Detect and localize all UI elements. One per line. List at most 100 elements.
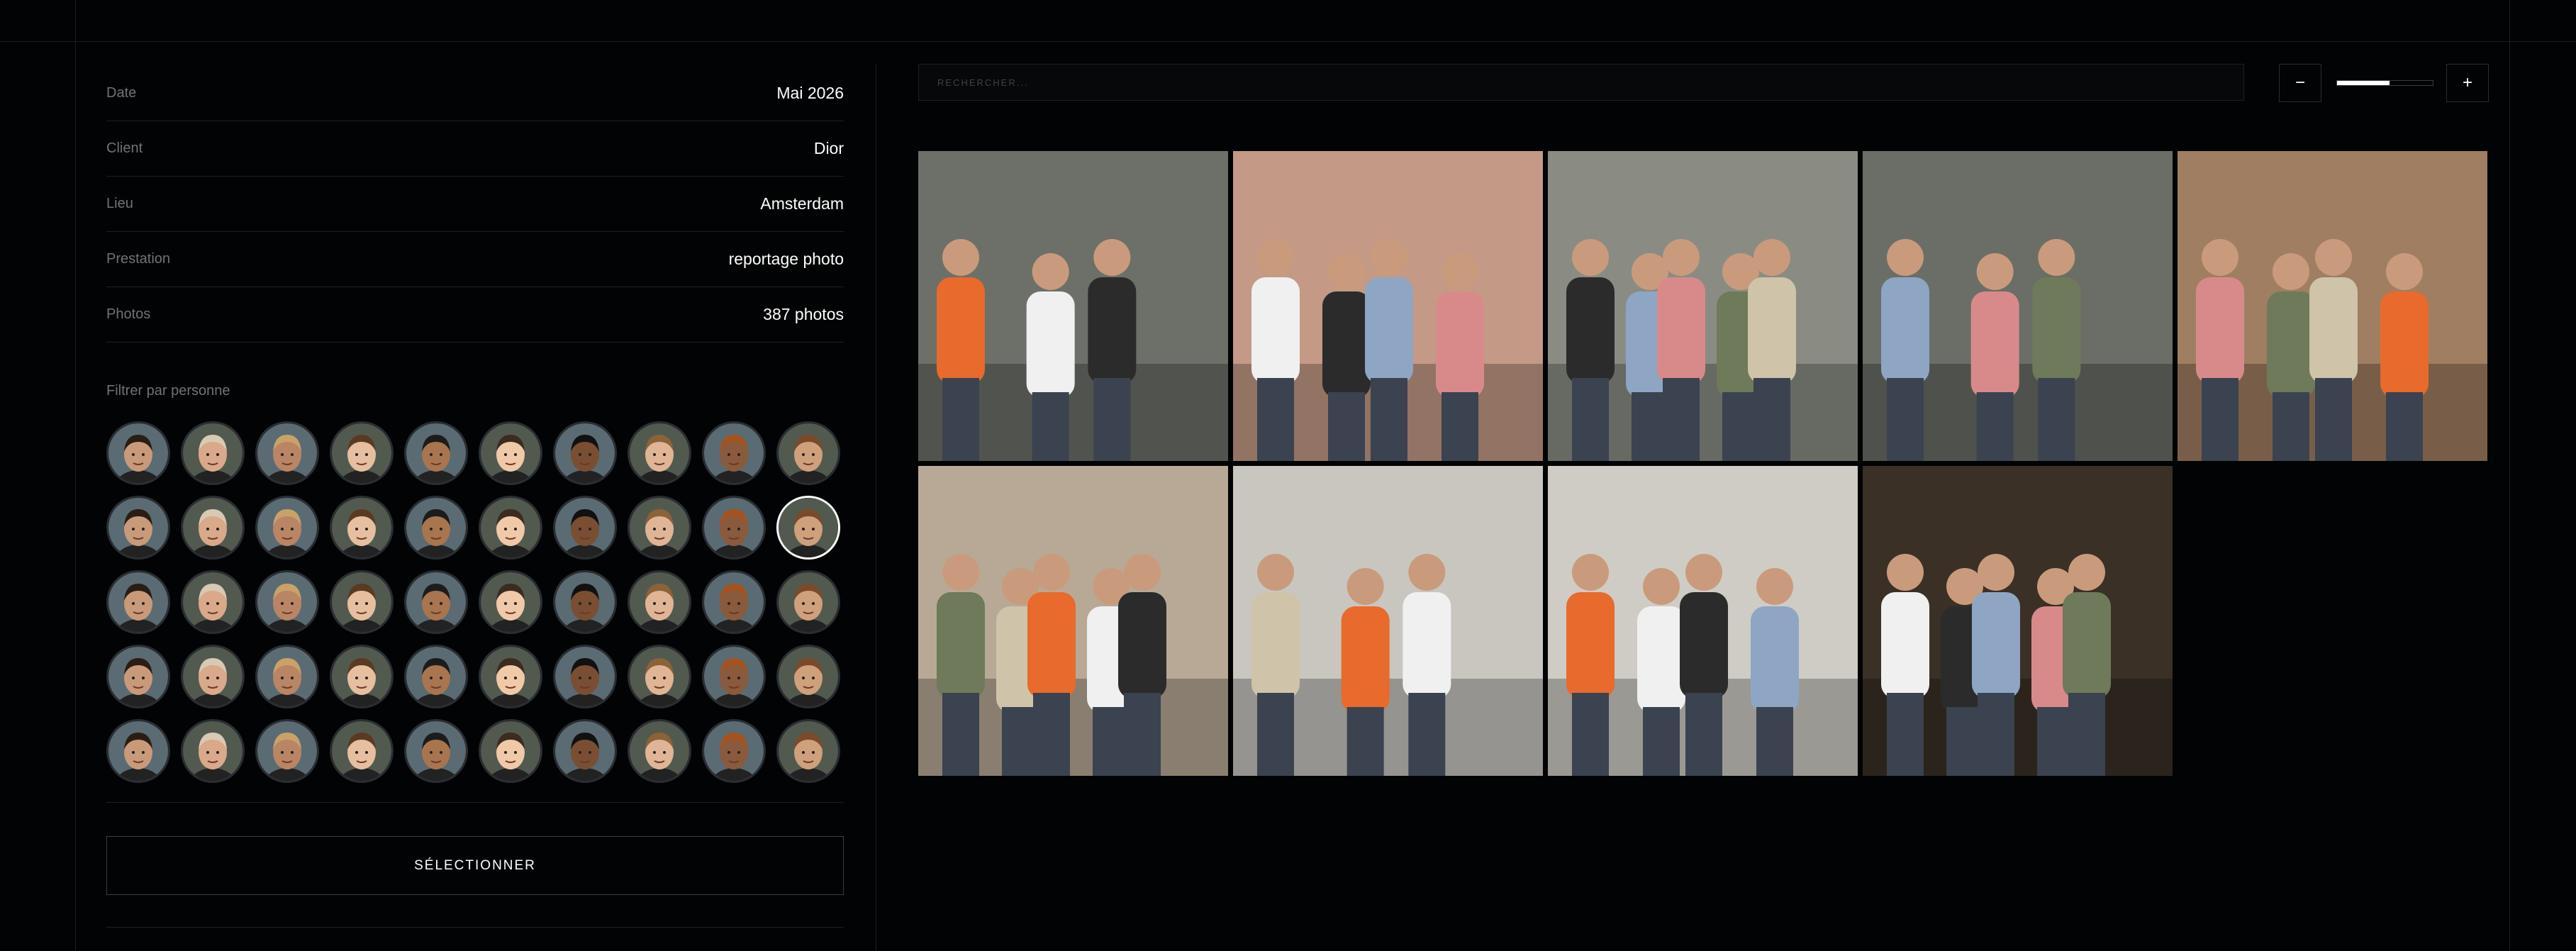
- avatar-image: [630, 572, 689, 632]
- person-avatar[interactable]: [628, 496, 691, 560]
- person-avatar[interactable]: [702, 719, 766, 783]
- avatar-image: [704, 498, 764, 557]
- photo-thumbnail[interactable]: [918, 466, 1228, 776]
- person-avatar[interactable]: [553, 645, 617, 708]
- person-avatar[interactable]: [255, 570, 319, 634]
- photo-thumbnail[interactable]: [1863, 151, 2173, 461]
- avatar-image: [257, 423, 317, 483]
- person-avatar[interactable]: [479, 719, 542, 783]
- person-avatar[interactable]: [181, 496, 245, 560]
- person-avatar[interactable]: [404, 719, 468, 783]
- person-avatar[interactable]: [404, 421, 468, 485]
- avatar-image: [704, 423, 764, 483]
- zoom-out-button[interactable]: −: [2279, 64, 2321, 102]
- person-avatar[interactable]: [181, 421, 245, 485]
- info-row-date: Date Mai 2026: [106, 66, 844, 121]
- person-avatar[interactable]: [479, 645, 542, 708]
- person-avatar[interactable]: [479, 421, 542, 485]
- avatar-image: [779, 721, 838, 781]
- person-avatar[interactable]: [776, 719, 840, 783]
- avatar-image: [332, 498, 391, 557]
- avatar-image: [630, 423, 689, 483]
- person-avatar[interactable]: [181, 719, 245, 783]
- person-avatar[interactable]: [702, 421, 766, 485]
- avatar-image: [183, 572, 242, 632]
- avatar-image: [406, 721, 466, 781]
- info-value: Amsterdam: [760, 194, 844, 213]
- avatar-image: [481, 498, 540, 557]
- person-avatar[interactable]: [330, 570, 394, 634]
- person-avatar[interactable]: [628, 719, 691, 783]
- photo-thumbnail[interactable]: [918, 151, 1228, 461]
- info-label: Prestation: [106, 251, 171, 267]
- person-avatar[interactable]: [330, 496, 394, 560]
- person-avatar[interactable]: [479, 496, 542, 560]
- avatar-image: [108, 721, 168, 781]
- photo-thumbnail[interactable]: [1863, 466, 2173, 776]
- avatar-image: [630, 721, 689, 781]
- avatar-image: [555, 647, 615, 706]
- person-avatar[interactable]: [330, 719, 394, 783]
- person-avatar[interactable]: [181, 645, 245, 708]
- avatar-image: [332, 647, 391, 706]
- person-avatar[interactable]: [106, 719, 170, 783]
- zoom-slider[interactable]: [2336, 80, 2433, 86]
- zoom-in-button[interactable]: +: [2446, 64, 2489, 102]
- avatar-image: [704, 572, 764, 632]
- photo-thumbnail[interactable]: [1548, 151, 1858, 461]
- photo-thumbnail[interactable]: [1233, 466, 1543, 776]
- avatar-image: [257, 572, 317, 632]
- person-avatar[interactable]: [106, 421, 170, 485]
- avatar-image: [481, 572, 540, 632]
- person-avatar[interactable]: [255, 421, 319, 485]
- person-avatar[interactable]: [553, 570, 617, 634]
- person-avatar[interactable]: [404, 645, 468, 708]
- person-avatar[interactable]: [404, 496, 468, 560]
- avatar-image: [555, 498, 615, 557]
- person-avatar[interactable]: [702, 496, 766, 560]
- person-avatar[interactable]: [776, 421, 840, 485]
- info-row-client: Client Dior: [106, 121, 844, 177]
- avatar-image: [555, 423, 615, 483]
- search-input[interactable]: [918, 64, 2244, 101]
- info-value: Mai 2026: [776, 84, 844, 102]
- person-avatar[interactable]: [776, 570, 840, 634]
- person-avatar[interactable]: [181, 570, 245, 634]
- frame-line-right: [2509, 0, 2510, 951]
- person-avatar[interactable]: [628, 645, 691, 708]
- avatar-image: [481, 647, 540, 706]
- person-avatar[interactable]: [255, 645, 319, 708]
- person-avatar[interactable]: [106, 645, 170, 708]
- person-avatar[interactable]: [330, 645, 394, 708]
- avatar-image: [630, 498, 689, 557]
- person-avatar[interactable]: [553, 496, 617, 560]
- person-avatar[interactable]: [776, 496, 840, 560]
- photo-thumbnail[interactable]: [1548, 466, 1858, 776]
- person-avatar[interactable]: [553, 421, 617, 485]
- person-avatar[interactable]: [330, 421, 394, 485]
- person-avatar[interactable]: [702, 570, 766, 634]
- avatar-image: [183, 721, 242, 781]
- avatar-image: [481, 423, 540, 483]
- person-avatar[interactable]: [628, 421, 691, 485]
- person-filter-grid: [106, 421, 844, 783]
- person-avatar[interactable]: [106, 496, 170, 560]
- person-avatar[interactable]: [776, 645, 840, 708]
- photo-thumbnail[interactable]: [1233, 151, 1543, 461]
- person-avatar[interactable]: [404, 570, 468, 634]
- avatar-image: [406, 647, 466, 706]
- select-button[interactable]: SÉLECTIONNER: [106, 836, 844, 895]
- divider: [106, 802, 844, 803]
- avatar-image: [332, 423, 391, 483]
- person-avatar[interactable]: [702, 645, 766, 708]
- person-avatar[interactable]: [628, 570, 691, 634]
- photo-thumbnail[interactable]: [2178, 151, 2487, 461]
- info-label: Client: [106, 140, 143, 156]
- person-avatar[interactable]: [255, 496, 319, 560]
- person-avatar[interactable]: [255, 719, 319, 783]
- photo-image: [1548, 151, 1858, 461]
- person-avatar[interactable]: [106, 570, 170, 634]
- person-avatar[interactable]: [479, 570, 542, 634]
- person-avatar[interactable]: [553, 719, 617, 783]
- info-value: Dior: [813, 139, 844, 157]
